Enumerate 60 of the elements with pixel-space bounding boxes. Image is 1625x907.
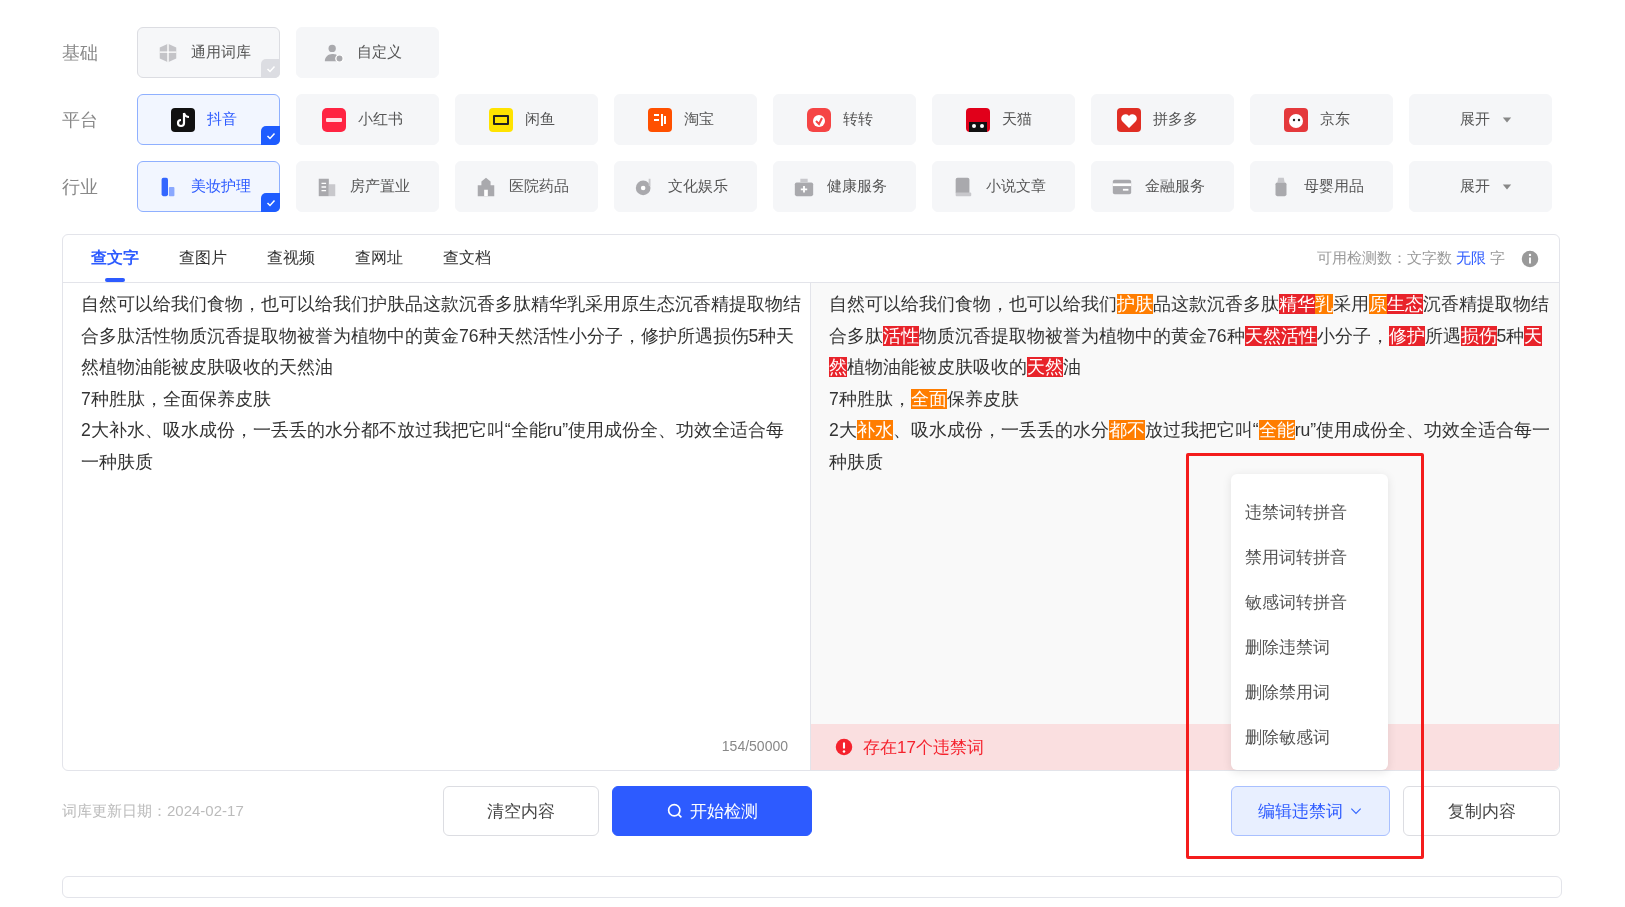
filter-chip[interactable]: 拼多多 bbox=[1091, 94, 1234, 145]
filter-chip[interactable]: 健康服务 bbox=[773, 161, 916, 212]
filter-chip[interactable]: 文化娱乐 bbox=[614, 161, 757, 212]
filter-chip[interactable]: 抖音 bbox=[137, 94, 280, 145]
filter-chip[interactable]: 天猫 bbox=[932, 94, 1075, 145]
tab[interactable]: 查文档 bbox=[423, 235, 511, 282]
row-label: 行业 bbox=[62, 175, 99, 199]
quota-value: 无限 bbox=[1456, 249, 1486, 268]
search-icon bbox=[666, 802, 684, 820]
clear-button[interactable]: 清空内容 bbox=[443, 786, 599, 836]
app-logo-icon bbox=[1283, 107, 1308, 132]
info-icon bbox=[1521, 249, 1539, 268]
row-label: 平台 bbox=[62, 108, 99, 132]
menu-item[interactable]: 删除敏感词 bbox=[1231, 715, 1388, 760]
filter-chip[interactable]: 小说文章 bbox=[932, 161, 1075, 212]
copy-button[interactable]: 复制内容 bbox=[1403, 786, 1560, 836]
app-logo-icon bbox=[322, 107, 346, 132]
input-paragraph: 2大补水、吸水成份，一丢丢的水分都不放过我把它叫“全能ru”使用成份全、功效全适合每一种肤质 bbox=[81, 419, 786, 474]
filter-chip[interactable]: 闲鱼 bbox=[455, 94, 598, 145]
expand-button[interactable]: 展开 bbox=[1409, 94, 1552, 145]
filter-chip[interactable]: 转转 bbox=[773, 94, 916, 145]
start-button[interactable]: 开始检测 bbox=[612, 786, 812, 836]
input-paragraph: 7种胜肽，全面保养皮肤 bbox=[81, 387, 272, 411]
filter-chip[interactable]: 淘宝 bbox=[614, 94, 757, 145]
filter-chip[interactable]: 金融服务 bbox=[1091, 161, 1234, 212]
row-label: 基础 bbox=[62, 41, 99, 65]
alert-text: 存在17个违禁词 bbox=[863, 736, 984, 759]
quota-unit: 字 bbox=[1490, 249, 1505, 268]
menu-item[interactable]: 删除禁用词 bbox=[1231, 670, 1388, 715]
quota-label: 可用检测数：文字数 bbox=[1317, 249, 1452, 268]
filter-chip[interactable]: 自定义 bbox=[296, 27, 439, 78]
menu-item[interactable]: 违禁词转拼音 bbox=[1231, 490, 1388, 535]
filter-chip[interactable]: 京东 bbox=[1250, 94, 1393, 145]
update-date: 词库更新日期：2024-02-17 bbox=[62, 801, 244, 821]
warning-icon bbox=[835, 738, 853, 756]
filter-chip[interactable]: 母婴用品 bbox=[1250, 161, 1393, 212]
tab[interactable]: 查网址 bbox=[335, 235, 423, 282]
app-logo-icon bbox=[806, 107, 831, 132]
app-logo-icon bbox=[965, 107, 990, 132]
app-logo-icon bbox=[1117, 107, 1141, 132]
menu-item[interactable]: 敏感词转拼音 bbox=[1231, 580, 1388, 625]
menu-item[interactable]: 禁用词转拼音 bbox=[1231, 535, 1388, 580]
app-logo-icon bbox=[647, 107, 672, 132]
check-icon bbox=[261, 126, 280, 145]
check-icon bbox=[261, 59, 280, 78]
filter-chip[interactable]: 房产置业 bbox=[296, 161, 439, 212]
tab[interactable]: 查视频 bbox=[247, 235, 335, 282]
expand-button[interactable]: 展开 bbox=[1409, 161, 1552, 212]
filter-chip[interactable]: 小红书 bbox=[296, 94, 439, 145]
menu-item[interactable]: 删除违禁词 bbox=[1231, 625, 1388, 670]
app-logo-icon bbox=[488, 107, 513, 132]
tab[interactable]: 查图片 bbox=[159, 235, 247, 282]
char-counter: 154/50000 bbox=[721, 738, 788, 754]
tab[interactable]: 查文字 bbox=[71, 235, 159, 282]
input-paragraph: 自然可以给我们食物，也可以给我们护肤品这款沉香多肽精华乳采用原生态沉香精提取物结合多肽活性物质沉香提取物被誉为植物中的黄金76种天然活性小分子，修护所遇损伤5种天然植物油能被皮肤吸收的天然油 bbox=[81, 293, 802, 379]
app-logo-icon bbox=[170, 107, 195, 132]
edit-dropdown-button[interactable]: 编辑违禁词 bbox=[1231, 786, 1390, 836]
filter-chip[interactable]: 医院药品 bbox=[455, 161, 598, 212]
check-icon bbox=[261, 193, 280, 212]
filter-chip[interactable]: 美妆护理 bbox=[137, 161, 280, 212]
